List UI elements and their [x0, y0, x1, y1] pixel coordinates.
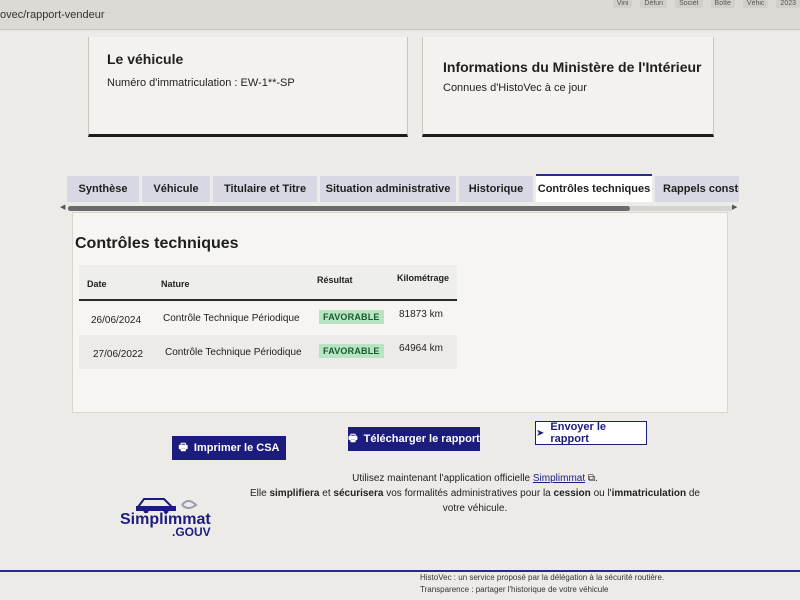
scroll-thumb[interactable]	[68, 206, 630, 211]
promo-bold: immatriculation	[611, 488, 687, 499]
bookmark-item[interactable]: Boîte	[710, 0, 735, 8]
panel-title: Contrôles techniques	[75, 235, 239, 252]
bookmark-item[interactable]: Vini	[612, 0, 633, 8]
browser-url-bar[interactable]: ovec/rapport-vendeur Vini Défun Sociét B…	[0, 0, 800, 30]
bookmarks-bar: Vini Défun Sociét Boîte Véhic 2023	[612, 0, 800, 8]
row-date: 27/06/2022	[93, 349, 144, 360]
promo-prefix: Utilisez maintenant l'application offici…	[352, 473, 531, 484]
technical-controls-panel: Contrôles techniques Date Nature Résulta…	[72, 212, 728, 413]
column-result: Résultat	[317, 275, 353, 285]
tab-situation-administrative[interactable]: Situation administrative	[320, 176, 456, 202]
footer-line-1: HistoVec : un service proposé par la dél…	[420, 573, 665, 582]
row-nature: Contrôle Technique Périodique	[165, 347, 302, 358]
promo-bold: cession	[553, 488, 591, 499]
simplimmat-link[interactable]: Simplimmat	[533, 473, 585, 484]
tab-controles-techniques[interactable]: Contrôles techniques	[536, 174, 652, 202]
ministry-card-title: Informations du Ministère de l'Intérieur	[443, 59, 702, 75]
footer-divider	[0, 570, 800, 572]
table-row: 26/06/2024 Contrôle Technique Périodique…	[79, 301, 457, 335]
car-icon	[136, 498, 198, 513]
footer: HistoVec : un service proposé par la dél…	[420, 572, 664, 596]
promo-text: Elle	[250, 488, 267, 499]
ministry-card-subtitle: Connues d'HistoVec à ce jour	[443, 82, 587, 94]
download-report-button[interactable]: 🖶 Télécharger le rapport	[348, 427, 480, 451]
tab-rappels-constructeur[interactable]: Rappels constructeur	[655, 176, 739, 202]
column-nature: Nature	[161, 279, 190, 289]
print-csa-label: Imprimer le CSA	[193, 442, 280, 454]
send-report-label: Envoyer le rapport	[550, 421, 607, 445]
tab-synthese[interactable]: Synthèse	[67, 176, 139, 202]
row-mileage: 81873 km	[399, 309, 443, 320]
plate-number: Numéro d'immatriculation : EW-1**-SP	[107, 77, 295, 89]
send-arrow-icon: ➤	[536, 427, 545, 439]
report-tabs: Synthèse Véhicule Titulaire et Titre Sit…	[67, 174, 739, 202]
footer-line-2: Transparence : partager l'historique de …	[420, 585, 609, 594]
row-nature: Contrôle Technique Périodique	[163, 313, 300, 324]
print-csa-button[interactable]: 🖶 Imprimer le CSA	[172, 436, 286, 460]
row-mileage: 64964 km	[399, 343, 443, 354]
tab-historique[interactable]: Historique	[459, 176, 533, 202]
bookmark-item[interactable]: 2023	[776, 0, 800, 8]
printer-icon: 🖶	[348, 432, 358, 444]
tab-vehicule[interactable]: Véhicule	[142, 176, 210, 202]
promo-text: et	[322, 488, 331, 499]
status-badge: FAVORABLE	[319, 344, 384, 358]
promo-line-1: Utilisez maintenant l'application offici…	[352, 473, 598, 484]
bookmark-item[interactable]: Sociét	[675, 0, 703, 8]
promo-text: ou l'	[593, 488, 612, 499]
bookmark-item[interactable]: Défun	[640, 0, 668, 8]
row-date: 26/06/2024	[91, 315, 142, 326]
promo-line-2: Elle simplifiera et sécurisera vos forma…	[240, 486, 710, 501]
promo-bold: simplifiera	[269, 488, 320, 499]
simplimmat-logo[interactable]: Simplimmat .GOUV	[112, 491, 222, 547]
printer-icon: 🖶	[178, 441, 188, 453]
table-header: Date Nature Résultat Kilométrage	[79, 265, 457, 301]
vehicle-card: Le véhicule Numéro d'immatriculation : E…	[88, 37, 408, 137]
external-link-icon: ⧉	[587, 473, 596, 484]
table-row: 27/06/2022 Contrôle Technique Périodique…	[79, 335, 457, 369]
promo-bold: sécurisera	[333, 488, 384, 499]
column-mileage: Kilométrage	[397, 273, 450, 283]
tabs-scrollbar[interactable]: ◀ ▶	[60, 204, 740, 212]
send-report-button[interactable]: ➤ Envoyer le rapport	[535, 421, 647, 445]
promo-line-3: votre véhicule.	[442, 503, 508, 514]
status-badge: FAVORABLE	[319, 310, 384, 324]
scroll-left-icon[interactable]: ◀	[60, 204, 65, 212]
ministry-card: Informations du Ministère de l'Intérieur…	[422, 37, 714, 137]
technical-controls-table: Date Nature Résultat Kilométrage 26/06/2…	[79, 265, 457, 369]
bookmark-item[interactable]: Véhic	[742, 0, 769, 8]
tab-titulaire[interactable]: Titulaire et Titre	[213, 176, 317, 202]
scroll-right-icon[interactable]: ▶	[732, 204, 737, 212]
promo-text: de	[688, 488, 700, 499]
column-date: Date	[87, 279, 107, 289]
url-text[interactable]: ovec/rapport-vendeur	[0, 9, 105, 21]
promo-text: vos formalités administratives pour la	[386, 488, 551, 499]
download-report-label: Télécharger le rapport	[363, 433, 480, 445]
logo-gouv: .GOUV	[172, 525, 211, 539]
simplimmat-promo: Utilisez maintenant l'application offici…	[240, 471, 710, 516]
page-content: Le véhicule Numéro d'immatriculation : E…	[0, 31, 800, 600]
vehicle-card-title: Le véhicule	[107, 51, 184, 67]
